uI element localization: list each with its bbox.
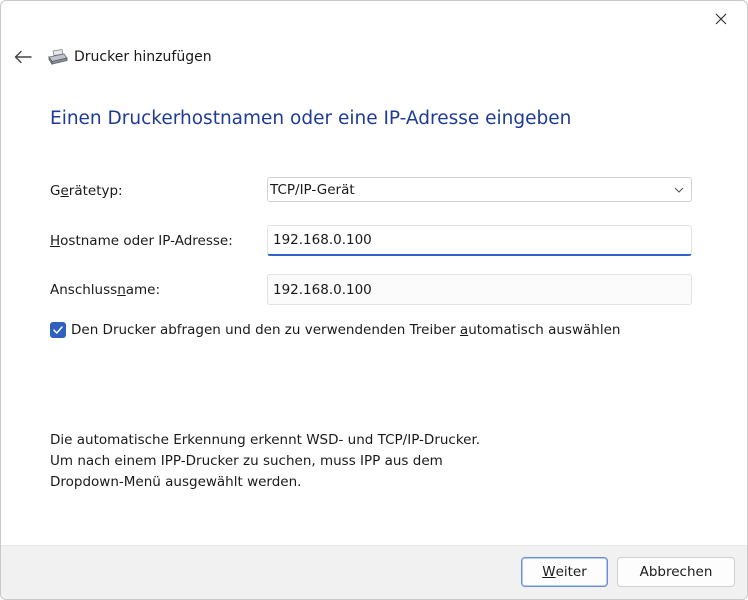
close-button[interactable] <box>705 7 737 31</box>
auto-driver-label: Den Drucker abfragen und den zu verwende… <box>71 322 621 338</box>
chevron-down-icon <box>674 187 684 193</box>
info-line: Die automatische Erkennung erkennt WSD- … <box>50 432 481 448</box>
info-line: Dropdown-Menü ausgewählt werden. <box>50 474 302 490</box>
close-icon <box>715 13 727 25</box>
hostname-label: Hostname oder IP-Adresse: <box>50 233 233 249</box>
checkmark-icon <box>53 326 63 334</box>
dialog-title: Drucker hinzufügen <box>74 49 212 65</box>
hostname-input[interactable] <box>267 225 692 256</box>
dialog-header: Drucker hinzufügen <box>11 45 212 69</box>
device-type-label: Gerätetyp: <box>50 183 123 199</box>
add-printer-dialog: Drucker hinzufügen Einen Druckerhostname… <box>0 0 748 600</box>
auto-driver-checkbox[interactable] <box>50 322 66 338</box>
printer-icon <box>48 48 68 66</box>
auto-driver-option[interactable]: Den Drucker abfragen und den zu verwende… <box>50 322 620 338</box>
dialog-footer: Weiter Abbrechen <box>1 545 747 599</box>
info-text: Die automatische Erkennung erkennt WSD- … <box>50 430 480 493</box>
info-line: Um nach einem IPP-Drucker zu suchen, mus… <box>50 453 443 469</box>
page-heading: Einen Druckerhostnamen oder eine IP-Adre… <box>50 108 572 129</box>
device-type-select[interactable]: TCP/IP-Gerät <box>267 177 692 202</box>
port-name-input[interactable] <box>267 274 692 305</box>
next-button[interactable]: Weiter <box>521 557 608 587</box>
device-type-value: TCP/IP-Gerät <box>270 181 355 198</box>
cancel-button[interactable]: Abbrechen <box>617 557 735 587</box>
back-button[interactable] <box>11 45 35 69</box>
arrow-left-icon <box>14 50 32 64</box>
port-name-label: Anschlussname: <box>50 282 161 298</box>
